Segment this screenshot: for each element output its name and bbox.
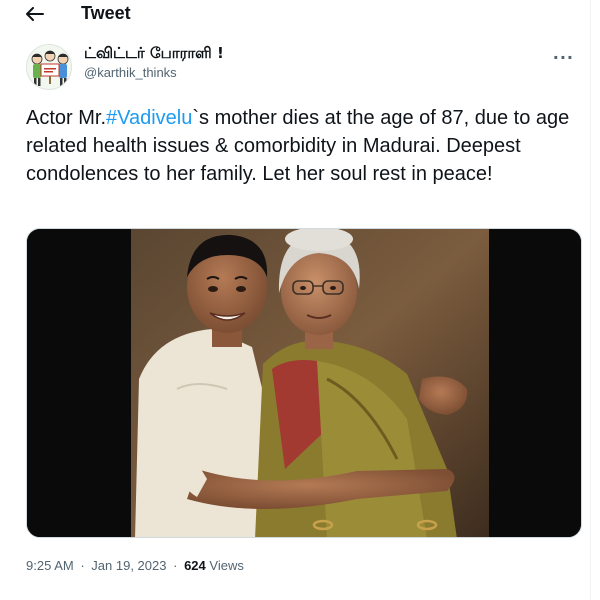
tweet-image[interactable] bbox=[26, 228, 582, 538]
tweet-text: Actor Mr.#Vadivelu`s mother dies at the … bbox=[26, 104, 586, 188]
tweet-text-prefix: Actor Mr. bbox=[26, 107, 107, 129]
views-count: 624 bbox=[184, 558, 206, 573]
meta-separator: · bbox=[80, 558, 85, 573]
top-bar: Tweet bbox=[0, 0, 591, 30]
arrow-left-icon bbox=[26, 7, 44, 21]
author-display-name[interactable]: ட்விட்டர் போராளி ! bbox=[84, 44, 224, 64]
cartoon-kids-avatar-icon bbox=[27, 45, 71, 89]
views-label: Views bbox=[209, 558, 244, 573]
tweet-detail-page: Tweet ட்விட்டர் போராளி ! @karthik_thinks… bbox=[0, 0, 591, 600]
meta-separator: · bbox=[173, 558, 178, 573]
tweet-meta: 9:25 AM · Jan 19, 2023 · 624 Views bbox=[26, 558, 244, 573]
avatar[interactable] bbox=[26, 44, 72, 90]
author-handle[interactable]: @karthik_thinks bbox=[84, 65, 177, 80]
tweet-time[interactable]: 9:25 AM bbox=[26, 558, 74, 573]
page-title: Tweet bbox=[81, 3, 131, 23]
tweet-date[interactable]: Jan 19, 2023 bbox=[91, 558, 166, 573]
more-options-button[interactable]: ··· bbox=[553, 48, 574, 67]
tweet-author: ட்விட்டர் போராளி ! @karthik_thinks ··· bbox=[24, 40, 584, 90]
hashtag-link[interactable]: #Vadivelu bbox=[106, 107, 192, 129]
back-button[interactable] bbox=[22, 3, 48, 25]
mother-son-portrait-image bbox=[27, 229, 581, 537]
more-horizontal-icon: ··· bbox=[552, 48, 574, 67]
